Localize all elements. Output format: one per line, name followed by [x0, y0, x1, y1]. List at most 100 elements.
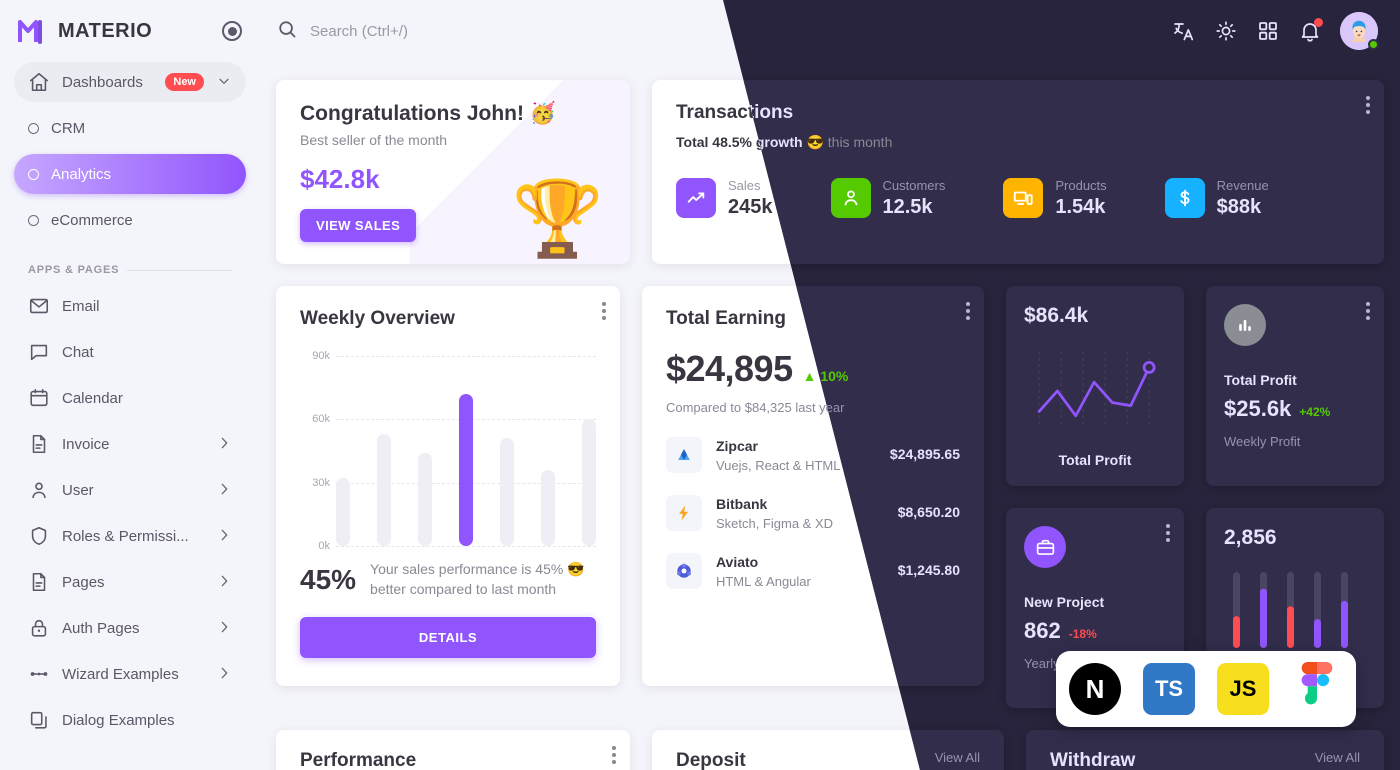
sidebar-item-invoice[interactable]: Invoice	[14, 424, 246, 464]
sidebar-item-label: User	[62, 481, 94, 499]
sidebar-item-wizard-examples[interactable]: Wizard Examples	[14, 654, 246, 694]
sidebar: MATERIO Dashboards New CRM Analytics eCommerc…	[0, 0, 260, 770]
divider	[127, 269, 232, 271]
file-icon	[28, 571, 50, 593]
chart-bar[interactable]	[458, 394, 473, 546]
file-icon	[28, 433, 50, 455]
topbar-actions	[1172, 12, 1379, 50]
bar-chart-icon	[1224, 304, 1266, 346]
chevron-right-icon	[216, 481, 232, 500]
sidebar-item-ecommerce[interactable]: eCommerce	[14, 200, 246, 240]
tech-logo-text: N	[1085, 673, 1105, 704]
earning-item-tech: Sketch, Figma & XD	[715, 515, 834, 531]
person-icon	[830, 178, 871, 218]
tech-stack-popup: N TS JS	[1056, 651, 1356, 727]
nextjs-logo: N	[1069, 663, 1121, 715]
sidebar-item-analytics[interactable]: Analytics	[14, 154, 246, 194]
chevron-right-icon	[216, 619, 232, 638]
sidebar-item-calendar[interactable]: Calendar	[14, 378, 246, 418]
new-project-delta: -18%	[1068, 627, 1097, 641]
deposit-view-all-link[interactable]: View All	[935, 750, 980, 765]
bullet-circle-icon	[28, 122, 39, 134]
mail-icon	[28, 295, 50, 317]
y-axis-tick: 30k	[312, 476, 330, 489]
chevron-right-icon	[216, 573, 232, 592]
chart-bar[interactable]	[417, 453, 432, 546]
new-project-menu-button[interactable]	[1166, 524, 1170, 542]
performance-menu-button[interactable]	[612, 746, 616, 764]
sidebar-item-chat[interactable]: Chat	[14, 332, 246, 372]
stat-revenue: Revenue $88k	[1164, 177, 1269, 219]
y-axis-tick: 90k	[312, 350, 330, 362]
chart-bar[interactable]	[540, 470, 555, 546]
chart-bar[interactable]	[581, 419, 596, 546]
sidebar-item-auth-pages[interactable]: Auth Pages	[14, 608, 246, 648]
weekly-profit-menu-button[interactable]	[1366, 302, 1370, 320]
total-profit-caption: Total Profit	[1058, 452, 1132, 468]
sidebar-item-label: Calendar	[62, 389, 123, 407]
weekly-overview-title: Weekly Overview	[300, 308, 455, 329]
weekly-bar-chart: 0k 30k 60k 90k	[300, 350, 596, 552]
javascript-logo: JS	[1217, 663, 1269, 715]
grid-line	[336, 546, 596, 547]
stat-value: 245k	[728, 196, 773, 218]
trend-up-icon	[676, 178, 716, 218]
performance-percent: 45%	[300, 563, 357, 595]
avatar[interactable]	[1340, 12, 1379, 50]
sidebar-item-pages[interactable]: Pages	[14, 562, 246, 602]
sidebar-item-user[interactable]: User	[14, 470, 246, 510]
sidebar-collapse-toggle[interactable]	[222, 21, 242, 41]
sidebar-item-dialog-examples[interactable]: Dialog Examples	[14, 700, 246, 740]
sidebar-item-label: Dashboards	[62, 73, 143, 91]
weekly-overview-menu-button[interactable]	[601, 302, 606, 320]
sidebar-item-label: Auth Pages	[62, 619, 140, 637]
y-axis-tick: 60k	[312, 413, 330, 426]
search-input[interactable]: Search (Ctrl+/)	[276, 18, 408, 45]
transactions-menu-button[interactable]	[1366, 96, 1370, 114]
total-earning-amount: $24,895	[665, 348, 793, 389]
sidebar-item-label: CRM	[51, 119, 86, 137]
stat-value: $88k	[1216, 196, 1262, 218]
earning-item-tech: Vuejs, React & HTML	[715, 457, 841, 473]
weekly-profit-label: Total Profit	[1224, 372, 1297, 388]
y-axis-tick: 0k	[318, 540, 330, 552]
sidebar-item-label: Chat	[62, 343, 94, 361]
typescript-logo: TS	[1143, 663, 1195, 715]
chevron-down-icon[interactable]	[216, 73, 232, 92]
earning-item-name: Bitbank	[715, 495, 768, 512]
sidebar-item-label: Email	[62, 297, 100, 315]
weekly-profit-delta: +42%	[1299, 405, 1331, 419]
sidebar-item-dashboards[interactable]: Dashboards New	[14, 62, 246, 102]
translate-icon[interactable]	[1172, 19, 1196, 43]
devices-icon	[1003, 178, 1044, 218]
grid-apps-icon[interactable]	[1256, 19, 1280, 43]
dollar-icon	[1164, 178, 1205, 218]
chart-bar[interactable]	[499, 438, 514, 546]
earning-item-right: $1,245.80	[878, 562, 960, 580]
chart-bar[interactable]	[376, 434, 391, 546]
total-earning-menu-button[interactable]	[966, 302, 970, 320]
sidebar-item-roles-permissi[interactable]: Roles & Permissi...	[14, 516, 246, 556]
performance-note: Your sales performance is 45% 😎 better c…	[370, 561, 585, 597]
sidebar-item-email[interactable]: Email	[14, 286, 246, 326]
tech-logo-text: TS	[1154, 676, 1184, 701]
bullet-circle-icon	[28, 214, 39, 226]
theme-sun-icon[interactable]	[1214, 19, 1238, 43]
sessions-value: 2,856	[1224, 526, 1277, 549]
performance-title: Performance	[300, 750, 417, 770]
earning-item-amount: $24,895.65	[889, 446, 960, 462]
chart-bar[interactable]	[336, 478, 350, 546]
view-sales-button[interactable]: VIEW SALES	[300, 209, 417, 242]
sidebar-item-label: Wizard Examples	[62, 665, 179, 683]
sidebar-item-crm[interactable]: CRM	[14, 108, 246, 148]
bell-icon[interactable]	[1298, 18, 1323, 43]
trophy-icon: 🏆	[511, 177, 604, 260]
withdraw-view-all-link[interactable]: View All	[1315, 750, 1360, 765]
bullet-circle-icon	[28, 168, 39, 180]
stat-label: Customers	[882, 178, 946, 193]
copy-icon	[28, 709, 50, 731]
chart-plot-area	[336, 356, 596, 547]
brand-header: MATERIO	[0, 0, 260, 62]
stat-sales: Sales 245k	[676, 177, 773, 219]
details-button[interactable]: DETAILS	[300, 617, 596, 659]
